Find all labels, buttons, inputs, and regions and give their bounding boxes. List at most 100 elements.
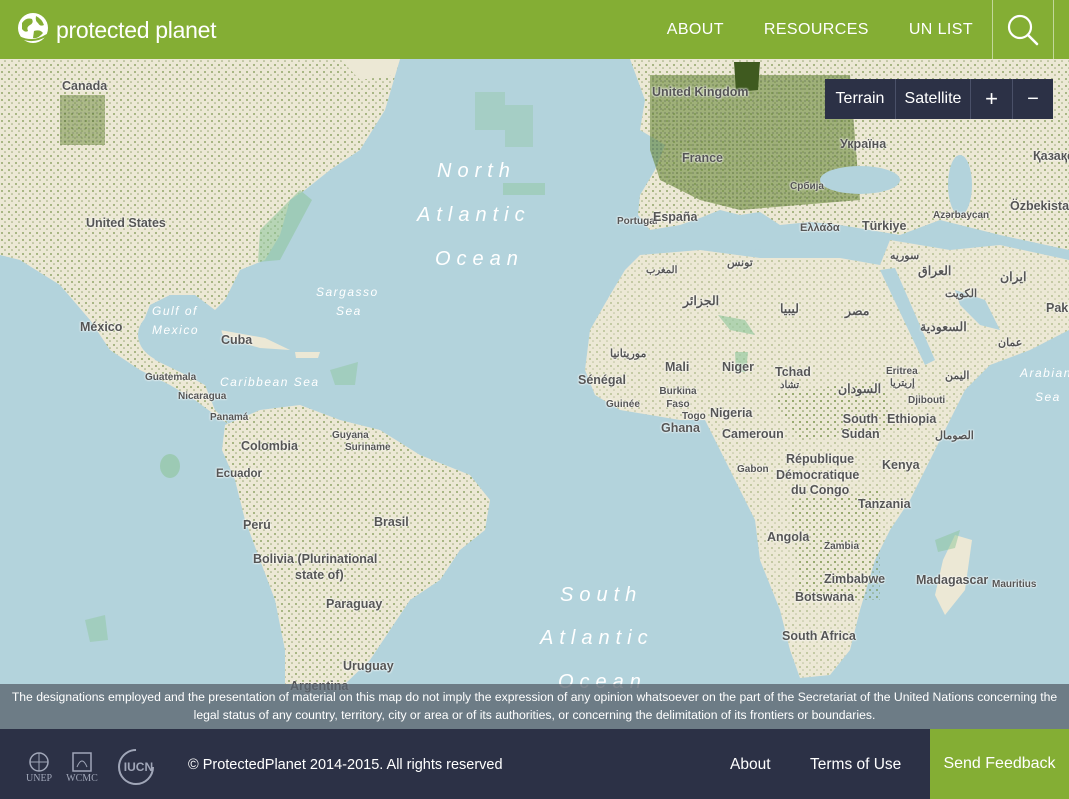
country-label: Démocratique: [776, 468, 860, 482]
iucn-logo[interactable]: IUCN: [116, 747, 156, 787]
country-label: موريتانيا: [610, 348, 647, 360]
country-label: United Kingdom: [652, 85, 749, 99]
country-label: الصومال: [935, 430, 974, 442]
country-label: République: [786, 452, 855, 466]
wcmc-logo[interactable]: WCMC: [66, 751, 98, 784]
country-label: Pakistan: [1046, 301, 1069, 315]
country-label: السودان: [838, 382, 882, 396]
country-label: Özbekistan: [1010, 199, 1069, 213]
country-label: Canada: [62, 79, 108, 93]
footer-link-about[interactable]: About: [730, 756, 771, 774]
country-label: Ethiopia: [887, 412, 937, 426]
country-label: Tanzania: [858, 497, 911, 511]
country-label: Србија: [790, 181, 824, 192]
map-canvas: [0, 59, 1069, 684]
iucn-logo-text: IUCN: [123, 760, 154, 774]
brand-name: protected planet: [56, 17, 217, 43]
country-label: Suriname: [345, 442, 391, 453]
country-label: Perú: [243, 518, 271, 532]
sea-label-mexico: Mexico: [152, 323, 200, 337]
sea-label-arabian-sea: Sea: [1035, 390, 1061, 404]
country-label: Uruguay: [343, 659, 394, 673]
country-label: إريتريا: [890, 378, 915, 389]
search-button[interactable]: [992, 0, 1054, 59]
country-label: سوريه: [890, 250, 920, 262]
unep-emblem-icon: [29, 751, 49, 772]
country-label: Ecuador: [216, 468, 263, 480]
sea-label-caribbean: Caribbean Sea: [220, 375, 320, 389]
country-label: Zimbabwe: [824, 572, 886, 586]
sea-label-ocean: Ocean: [435, 248, 524, 270]
footer-link-terms[interactable]: Terms of Use: [810, 756, 901, 774]
nav-un-list[interactable]: UN LIST: [909, 21, 973, 39]
site-footer: UNEP WCMC IUCN © ProtectedPlanet 2014-20…: [0, 729, 1069, 799]
unep-logo-text: UNEP: [26, 772, 53, 784]
zoom-out-button[interactable]: −: [1013, 79, 1053, 119]
country-label: ایران: [1000, 270, 1027, 284]
site-header: protected planet ABOUT RESOURCES UN LIST: [0, 0, 1069, 59]
nav-about[interactable]: ABOUT: [667, 21, 724, 39]
zoom-in-button[interactable]: +: [971, 79, 1013, 119]
country-label: Nicaragua: [178, 391, 227, 402]
country-label: الجزائر: [683, 294, 720, 308]
country-label: Colombia: [241, 439, 298, 453]
brand-logo[interactable]: protected planet: [16, 11, 216, 50]
country-label: South Africa: [782, 629, 856, 643]
country-label: México: [80, 320, 123, 334]
sea-label-south: South: [560, 584, 643, 606]
satellite-button[interactable]: Satellite: [896, 79, 971, 119]
country-label: Djibouti: [908, 395, 946, 406]
country-label: المغرب: [646, 265, 678, 276]
country-label: Brasil: [374, 515, 409, 529]
country-label: Azərbaycan: [933, 210, 990, 221]
country-label: Eritrea: [886, 366, 918, 377]
country-label: Ghana: [661, 421, 700, 435]
send-feedback-button[interactable]: Send Feedback: [930, 729, 1069, 799]
country-label: تشاد: [780, 380, 800, 391]
sea-label-north: North: [437, 160, 516, 182]
terrain-button[interactable]: Terrain: [825, 79, 896, 119]
country-label: مصر: [845, 304, 870, 318]
country-label: Tchad: [775, 365, 811, 379]
country-label: Panamá: [210, 412, 249, 423]
country-label: Zambia: [824, 541, 860, 552]
country-label: Mauritius: [992, 579, 1037, 590]
country-label: Cameroun: [722, 427, 784, 441]
country-label: Sénégal: [578, 373, 626, 387]
world-map[interactable]: North Atlantic Ocean South Atlantic Ocea…: [0, 59, 1069, 729]
country-label: du Congo: [791, 483, 850, 497]
nav-resources[interactable]: RESOURCES: [764, 21, 869, 39]
country-label: Guyana: [332, 430, 369, 441]
country-label: Bolivia (Plurinational: [253, 552, 378, 566]
country-label: Guinée: [606, 399, 640, 410]
sea-label-sargasso-sea: Sea: [336, 304, 362, 318]
sea-label-atlantic: Atlantic: [417, 204, 531, 226]
country-label: South Sudan: [841, 412, 880, 441]
country-label: Nigeria: [710, 406, 753, 420]
country-label: Niger: [722, 360, 754, 374]
country-label: United States: [86, 216, 166, 230]
main-nav: ABOUT RESOURCES UN LIST: [667, 0, 973, 59]
country-label: تونس: [727, 257, 753, 269]
search-icon: [1007, 14, 1039, 45]
country-label: العراق: [918, 264, 952, 278]
country-label: Қазақстан: [1033, 149, 1069, 163]
sea-label-south-atlantic: Atlantic: [540, 627, 654, 649]
country-label: Türkiye: [862, 219, 907, 233]
country-label: Kenya: [882, 458, 920, 472]
unep-logo[interactable]: UNEP: [26, 751, 52, 784]
country-label: Botswana: [795, 590, 855, 604]
country-label: Madagascar: [916, 573, 989, 587]
country-label: اليمن: [945, 370, 970, 382]
sea-label-gulf-of: Gulf of: [152, 304, 198, 318]
country-label: ليبيا: [780, 302, 799, 316]
country-label: Portugal: [617, 216, 658, 227]
globe-icon: [16, 11, 50, 50]
map-controls: Terrain Satellite + −: [825, 79, 1053, 119]
sea-label-arabian: Arabian: [1020, 366, 1069, 380]
sea-label-sargasso: Sargasso: [316, 285, 379, 299]
country-label: Gabon: [737, 464, 769, 475]
country-label: Cuba: [221, 333, 253, 347]
country-label: Burkina Faso: [659, 386, 697, 410]
country-label: السعودية: [920, 320, 967, 334]
